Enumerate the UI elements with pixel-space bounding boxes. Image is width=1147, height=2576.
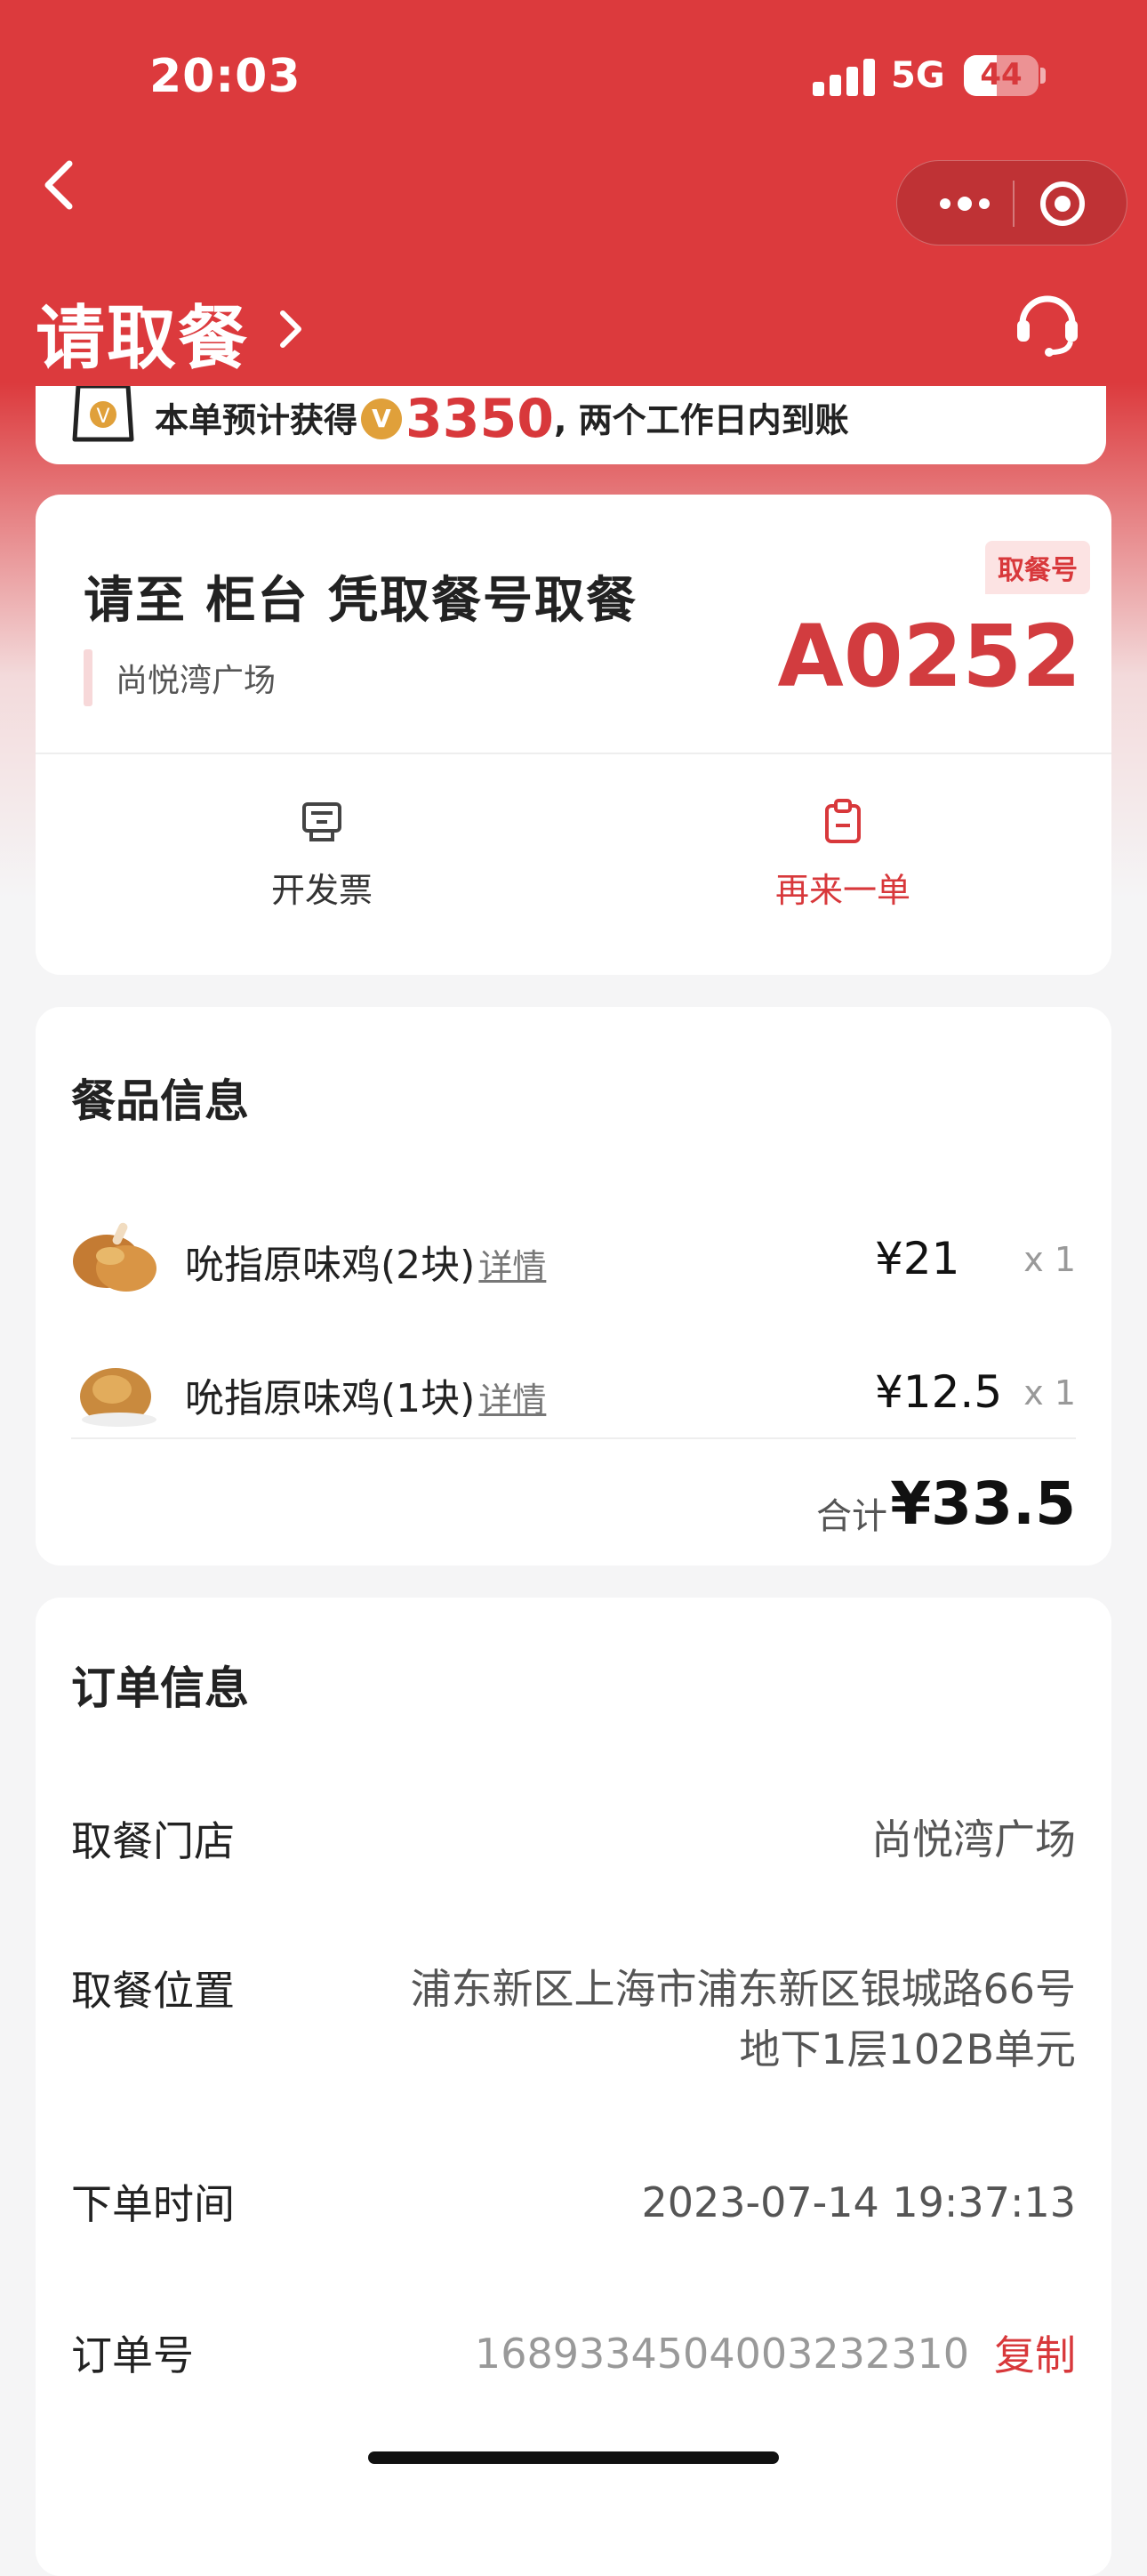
total-amount: ¥33.5 [890,1469,1076,1538]
back-arrow-icon[interactable] [39,157,84,213]
order-store-label: 取餐门店 [71,1817,235,1865]
pickup-number-tag: 取餐号 [985,541,1090,594]
location-line-1: 浦东新区上海市浦东新区银城路66号 [410,1965,1076,2013]
points-banner: V 本单预计获得 V 3350, 两个工作日内到账 [36,386,1106,464]
divider [36,753,1111,754]
item-quantity: x 1 [1023,1373,1076,1413]
battery-cap [1040,68,1046,84]
order-time-value: 2023-07-14 19:37:13 [641,2178,1076,2226]
points-prefix: 本单预计获得 [155,400,358,440]
pickup-instruction: 请至 柜台 凭取餐号取餐 [84,572,638,630]
receipt-icon [302,802,341,841]
capsule-divider [1013,181,1015,227]
battery-level: 44 [980,57,1023,93]
order-store-value: 尚悦湾广场 [871,1815,1076,1864]
order-section-title: 订单信息 [71,1662,249,1714]
meal-items-card: 餐品信息 吮指原味鸡(2块) 详情 ¥21 x 1 吮指原味鸡(1块) 详情 ¥12… [36,1007,1111,1566]
pickup-card: 请至 柜台 凭取餐号取餐 尚悦湾广场 取餐号 A0252 开发票 再来一单 [36,495,1111,975]
more-icon[interactable] [929,182,1000,225]
item-price: ¥12.5 [875,1366,1003,1418]
order-number-label: 订单号 [71,2331,194,2379]
fried-chicken-image [73,1222,156,1292]
total-label: 合计 [816,1496,887,1537]
location-line-2: 地下1层102B单元 [739,2025,1076,2073]
copy-button[interactable]: 复制 [994,2323,1076,2382]
home-indicator[interactable] [368,2451,779,2464]
v-coin-icon: V [361,398,403,439]
order-info-card: 订单信息 取餐门店 尚悦湾广场 取餐位置 浦东新区上海市浦东新区银城路66号 地… [36,1598,1111,2576]
chevron-right-icon[interactable] [276,306,306,352]
svg-text:V: V [96,406,109,428]
points-suffix: , 两个工作日内到账 [554,400,849,440]
item-detail-link[interactable]: 详情 [478,1381,546,1420]
divider [71,1437,1076,1439]
store-accent-bar [84,649,92,706]
invoice-button[interactable]: 开发票 [188,797,455,912]
points-amount: 3350 [405,388,555,450]
points-message: 本单预计获得 V 3350, 两个工作日内到账 [155,388,849,454]
items-section-title: 餐品信息 [71,1075,249,1127]
mini-program-capsule [896,160,1127,246]
clipboard-icon [825,799,861,843]
reorder-label: 再来一单 [774,871,910,910]
battery-icon: 44 [964,55,1039,96]
item-quantity: x 1 [1023,1240,1076,1279]
item-name[interactable]: 吮指原味鸡(2块) 详情 [185,1233,546,1290]
item-name[interactable]: 吮指原味鸡(1块) 详情 [185,1366,546,1423]
status-bar: 20:03 5G 44 [0,0,1147,151]
order-location-value: 浦东新区上海市浦东新区银城路66号 地下1层102B单元 [410,1959,1076,2080]
page-title[interactable]: 请取餐 [36,283,249,382]
signal-icon [813,59,875,96]
order-number-value: 1689334504003232310 [474,2330,969,2378]
close-target-icon[interactable] [1038,179,1087,229]
reorder-button[interactable]: 再来一单 [710,797,976,912]
order-location-label: 取餐位置 [71,1967,235,2015]
bag-icon: V [72,386,134,442]
network-type: 5G [891,55,945,96]
customer-service-icon[interactable] [1010,285,1085,359]
pickup-number: A0252 [777,607,1081,706]
item-detail-link[interactable]: 详情 [478,1247,546,1286]
list-item: 吮指原味鸡(1块) 详情 ¥12.5 x 1 [36,1332,1111,1448]
fried-chicken-image [80,1368,156,1427]
status-time: 20:03 [149,50,301,103]
list-item: 吮指原味鸡(2块) 详情 ¥21 x 1 [36,1199,1111,1315]
invoice-label: 开发票 [270,871,373,910]
pickup-store-name: 尚悦湾广场 [116,663,277,699]
order-time-label: 下单时间 [71,2180,235,2228]
item-price: ¥21 [875,1233,960,1284]
